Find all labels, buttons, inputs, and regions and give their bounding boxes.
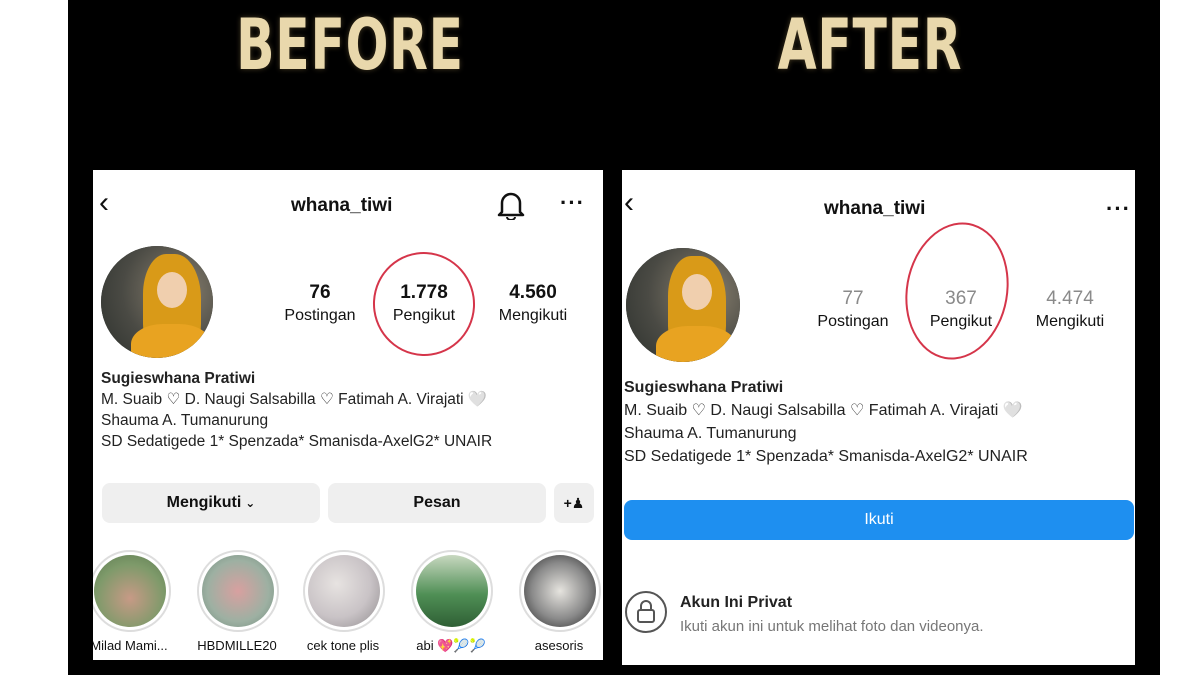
story-highlight[interactable]: Milad Mami... bbox=[93, 550, 171, 653]
story-highlight[interactable]: cek tone plis bbox=[303, 550, 385, 653]
story-highlight[interactable]: asesoris bbox=[519, 550, 601, 653]
follow-button[interactable]: Ikuti bbox=[624, 500, 1134, 540]
back-arrow-icon[interactable]: ‹ bbox=[624, 188, 634, 218]
after-profile-screenshot: ‹ whana_tiwi ··· 77 Postingan 367 Pengikut… bbox=[622, 170, 1135, 665]
posts-count[interactable]: 76 Postingan bbox=[275, 282, 365, 325]
profile-header: ‹ whana_tiwi ··· bbox=[622, 188, 1135, 222]
before-heading: BEFORE bbox=[236, 4, 464, 86]
following-dropdown-button[interactable]: Mengikuti ⌄ bbox=[102, 483, 320, 523]
story-highlight[interactable]: HBDMILLE20 bbox=[197, 550, 279, 653]
red-annotation-circle bbox=[366, 245, 482, 363]
username: whana_tiwi bbox=[824, 198, 926, 219]
profile-avatar[interactable] bbox=[101, 246, 213, 358]
profile-header: ‹ whana_tiwi ··· bbox=[93, 188, 603, 220]
chevron-down-icon: ⌄ bbox=[245, 496, 256, 510]
more-options-icon[interactable]: ··· bbox=[1106, 196, 1131, 222]
following-count[interactable]: 4.560 Mengikuti bbox=[483, 282, 583, 325]
profile-avatar[interactable] bbox=[626, 248, 740, 362]
private-account-title: Akun Ini Privat bbox=[680, 594, 793, 611]
profile-bio: Sugieswhana Pratiwi M. Suaib ♡ D. Naugi … bbox=[624, 379, 1028, 465]
private-account-subtitle: Ikuti akun ini untuk melihat foto dan vi… bbox=[680, 618, 984, 635]
red-annotation-circle bbox=[894, 214, 1020, 368]
lock-icon bbox=[625, 591, 667, 633]
after-heading: AFTER bbox=[777, 4, 963, 86]
posts-count[interactable]: 77 Postingan bbox=[808, 288, 898, 331]
story-highlight[interactable]: abi 💖🎾🎾 bbox=[411, 550, 493, 654]
before-profile-screenshot: ‹ whana_tiwi ··· 76 Postingan 1.778 Pengik… bbox=[93, 170, 603, 660]
back-arrow-icon[interactable]: ‹ bbox=[99, 188, 109, 218]
message-button[interactable]: Pesan bbox=[328, 483, 546, 523]
add-person-icon[interactable]: +♟ bbox=[554, 483, 594, 523]
following-count[interactable]: 4.474 Mengikuti bbox=[1020, 288, 1120, 331]
more-options-icon[interactable]: ··· bbox=[560, 190, 585, 216]
profile-bio: Sugieswhana Pratiwi M. Suaib ♡ D. Naugi … bbox=[101, 370, 493, 450]
username: whana_tiwi bbox=[291, 195, 393, 216]
bell-icon[interactable] bbox=[497, 190, 525, 220]
